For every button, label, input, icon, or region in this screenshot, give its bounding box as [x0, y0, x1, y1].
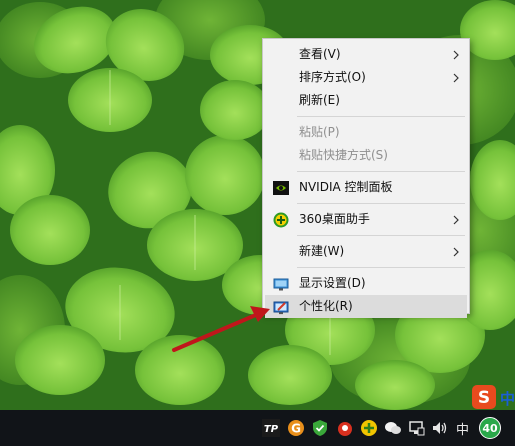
- network-icon[interactable]: [408, 419, 426, 437]
- menu-item-personalize-label: 个性化(R): [299, 299, 353, 313]
- chevron-right-icon: [451, 208, 461, 231]
- taskbar: TP G 中 40: [0, 410, 515, 446]
- menu-item-refresh[interactable]: 刷新(E): [263, 89, 469, 112]
- menu-separator: [297, 116, 465, 117]
- wechat-icon[interactable]: [384, 419, 402, 437]
- menu-item-view[interactable]: 查看(V): [263, 43, 469, 66]
- volume-icon[interactable]: [431, 419, 449, 437]
- chevron-right-icon: [451, 43, 461, 66]
- chevron-right-icon: [451, 240, 461, 263]
- display-icon: [273, 276, 289, 292]
- menu-item-nvidia-control-panel[interactable]: NVIDIA 控制面板: [263, 176, 469, 199]
- security-guard-icon[interactable]: [336, 419, 354, 437]
- nvidia-icon: [273, 180, 289, 196]
- desktop-context-menu: 查看(V) 排序方式(O) 刷新(E) 粘贴(P) 粘贴快捷方式(S) NVID…: [262, 38, 470, 318]
- notification-count: 40: [482, 421, 498, 435]
- notification-center-button[interactable]: 40: [479, 417, 501, 439]
- menu-item-360-label: 360桌面助手: [299, 212, 370, 226]
- menu-item-new-label: 新建(W): [299, 244, 345, 258]
- svg-text:TP: TP: [264, 424, 279, 435]
- g-app-icon[interactable]: G: [287, 419, 305, 437]
- menu-item-display-settings[interactable]: 显示设置(D): [263, 272, 469, 295]
- menu-separator: [297, 171, 465, 172]
- 360-tray-icon[interactable]: [360, 419, 378, 437]
- svg-text:G: G: [291, 422, 301, 436]
- input-language-indicator[interactable]: 中: [456, 419, 469, 438]
- ime-mode-char[interactable]: 中: [500, 388, 515, 409]
- tp-link-icon[interactable]: TP: [262, 419, 280, 437]
- sogou-ime-icon[interactable]: S: [472, 385, 496, 409]
- 360-icon: [273, 212, 289, 228]
- menu-item-sort-by[interactable]: 排序方式(O): [263, 66, 469, 89]
- menu-separator: [297, 267, 465, 268]
- personalize-icon: [273, 299, 289, 315]
- menu-separator: [297, 235, 465, 236]
- menu-item-paste-shortcut-label: 粘贴快捷方式(S): [299, 148, 388, 162]
- shield-icon[interactable]: [311, 419, 329, 437]
- menu-item-360-desktop-assistant[interactable]: 360桌面助手: [263, 208, 469, 231]
- menu-item-personalize[interactable]: 个性化(R): [265, 295, 467, 318]
- menu-item-paste-label: 粘贴(P): [299, 125, 340, 139]
- menu-separator: [297, 203, 465, 204]
- menu-item-paste[interactable]: 粘贴(P): [263, 121, 469, 144]
- menu-item-view-label: 查看(V): [299, 47, 341, 61]
- menu-item-sort-by-label: 排序方式(O): [299, 70, 366, 84]
- menu-item-nvidia-label: NVIDIA 控制面板: [299, 180, 393, 194]
- menu-item-paste-shortcut[interactable]: 粘贴快捷方式(S): [263, 144, 469, 167]
- menu-item-new[interactable]: 新建(W): [263, 240, 469, 263]
- chevron-right-icon: [451, 66, 461, 89]
- menu-item-display-settings-label: 显示设置(D): [299, 276, 366, 290]
- svg-text:S: S: [478, 388, 490, 408]
- menu-item-refresh-label: 刷新(E): [299, 93, 340, 107]
